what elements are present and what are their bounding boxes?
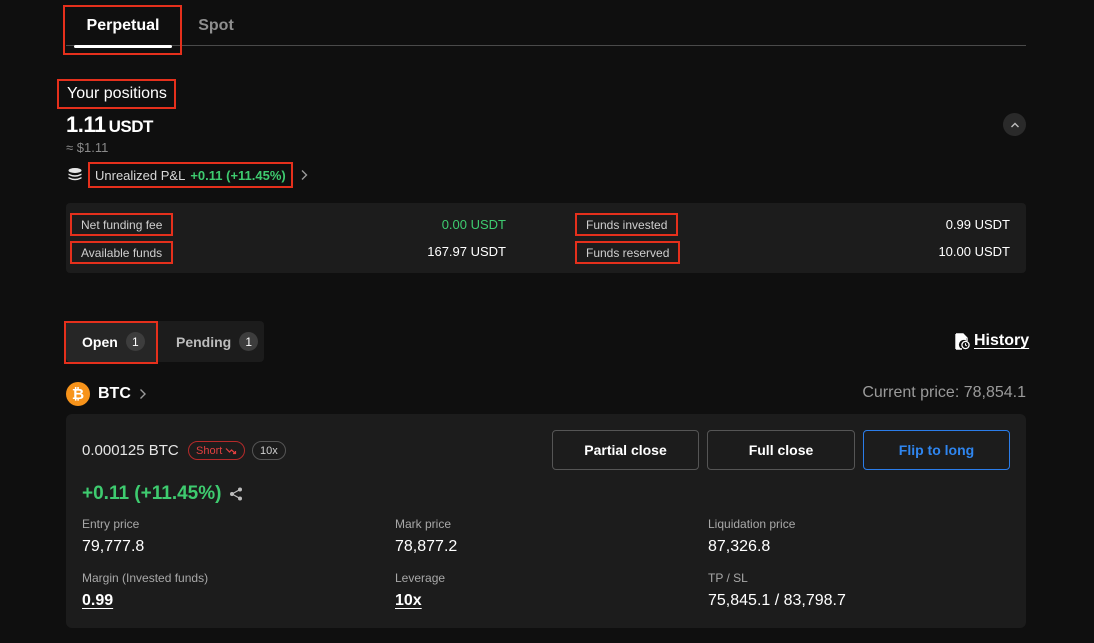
funds-reserved-label: Funds reserved bbox=[575, 241, 681, 264]
liquidation-price: 87,326.8 bbox=[708, 538, 771, 555]
order-tabs: Open 1 Pending 1 bbox=[66, 321, 264, 362]
open-count-badge: 1 bbox=[125, 332, 145, 351]
tab-open-label: Open bbox=[82, 333, 118, 350]
positions-balance: 1.11 USDT bbox=[66, 112, 153, 138]
position-pnl-value: +0.11 (+11.45%) bbox=[82, 483, 222, 504]
unrealized-pnl: Unrealized P&L +0.11 (+11.45%) bbox=[88, 162, 293, 188]
funds-invested-label: Funds invested bbox=[575, 213, 679, 236]
chevron-right-icon bbox=[301, 170, 308, 180]
coins-stack-icon bbox=[68, 168, 82, 181]
history-link[interactable]: History bbox=[955, 332, 1029, 350]
tpsl-label: TP / SL bbox=[708, 571, 748, 585]
net-funding-fee-value: 0.00 USDT bbox=[441, 217, 506, 232]
tab-pending[interactable]: Pending 1 bbox=[176, 321, 259, 362]
balance-approx-usd: ≈ $1.11 bbox=[66, 140, 109, 155]
liquidation-price-label: Liquidation price bbox=[708, 517, 796, 531]
history-doc-icon bbox=[955, 332, 970, 350]
pnl-value: +0.11 (+11.45%) bbox=[190, 167, 286, 183]
tab-spot[interactable]: Spot bbox=[190, 6, 242, 46]
leverage-label: Leverage bbox=[395, 571, 446, 585]
position-size: 0.000125 BTC bbox=[82, 442, 179, 459]
margin-label: Margin (Invested funds) bbox=[82, 571, 209, 585]
asset-header[interactable]: ₿ BTC bbox=[66, 382, 147, 406]
chevron-up-icon bbox=[1010, 122, 1019, 127]
balance-value: 1.11 bbox=[66, 112, 106, 137]
asset-name: BTC bbox=[98, 385, 131, 402]
tab-pending-label: Pending bbox=[176, 333, 232, 350]
side-tag: Short bbox=[188, 441, 246, 460]
tab-open[interactable]: Open 1 bbox=[66, 321, 158, 362]
share-icon[interactable] bbox=[229, 487, 243, 501]
entry-price: 79,777.8 bbox=[82, 538, 145, 555]
balance-unit: USDT bbox=[108, 117, 154, 136]
tpsl-value: 75,845.1 / 83,798.7 bbox=[708, 592, 846, 609]
unrealized-pnl-row[interactable]: Unrealized P&L +0.11 (+11.45%) bbox=[66, 162, 309, 188]
side-label: Short bbox=[196, 444, 223, 457]
position-pnl: +0.11 (+11.45%) bbox=[82, 483, 243, 505]
collapse-button[interactable] bbox=[1003, 113, 1026, 136]
flip-to-long-button[interactable]: Flip to long bbox=[863, 430, 1010, 470]
available-funds-value: 167.97 USDT bbox=[427, 244, 506, 259]
leverage-value[interactable]: 10x bbox=[395, 592, 422, 610]
funds-reserved-value: 10.00 USDT bbox=[938, 244, 1010, 259]
funds-stats-panel: Net funding fee 0.00 USDT Available fund… bbox=[66, 203, 1026, 273]
current-price: Current price: 78,854.1 bbox=[862, 384, 1026, 401]
partial-close-button[interactable]: Partial close bbox=[552, 430, 699, 470]
pending-count-badge: 1 bbox=[239, 332, 259, 351]
leverage-tag: 10x bbox=[252, 441, 286, 460]
market-tabs: Perpetual Spot bbox=[66, 6, 1026, 48]
trend-down-icon bbox=[225, 447, 237, 454]
margin-value[interactable]: 0.99 bbox=[82, 592, 113, 610]
net-funding-fee-label: Net funding fee bbox=[70, 213, 174, 236]
funds-invested-value: 0.99 USDT bbox=[945, 217, 1010, 232]
chevron-right-icon bbox=[139, 389, 146, 399]
entry-price-label: Entry price bbox=[82, 517, 140, 531]
history-label: History bbox=[974, 332, 1030, 349]
mark-price: 78,877.2 bbox=[395, 538, 458, 555]
position-card: 0.000125 BTC Short 10x Partial close Ful… bbox=[66, 414, 1026, 628]
tab-perpetual[interactable]: Perpetual bbox=[66, 6, 180, 48]
bitcoin-icon: ₿ bbox=[66, 382, 90, 406]
full-close-button[interactable]: Full close bbox=[707, 430, 855, 470]
available-funds-label: Available funds bbox=[70, 241, 174, 264]
mark-price-label: Mark price bbox=[395, 517, 452, 531]
positions-title: Your positions bbox=[57, 79, 176, 109]
pnl-label: Unrealized P&L bbox=[95, 167, 186, 183]
